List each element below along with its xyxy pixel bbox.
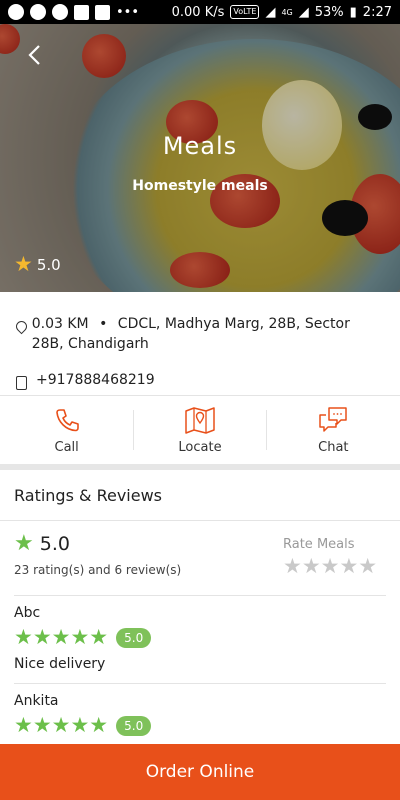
phone-call-icon [55, 408, 79, 431]
divider [0, 520, 400, 521]
header-rating-value: 5.0 [36, 255, 61, 274]
order-online-button[interactable]: Order Online [0, 744, 400, 800]
clock: 2:27 [362, 4, 392, 20]
star-icon: ★ [14, 531, 34, 556]
ratings-section-title: Ratings & Reviews [14, 486, 162, 505]
overall-score-value: 5.0 [39, 533, 70, 555]
back-button[interactable] [22, 40, 46, 70]
reviewer-name: Ankita [14, 693, 59, 709]
review-stars: ★★★★★ [14, 625, 109, 649]
battery-percent: 53% [314, 4, 344, 20]
call-button[interactable]: Call [0, 396, 133, 464]
divider [14, 683, 386, 684]
reviewer-name: Abc [14, 605, 41, 621]
chevron-left-icon [28, 45, 40, 65]
rating-badge: 5.0 [116, 627, 152, 648]
locate-label: Locate [178, 439, 222, 455]
chat-bubbles-icon [319, 406, 348, 432]
notification-icon [8, 4, 24, 20]
facebook-icon [95, 4, 110, 20]
map-icon [185, 406, 215, 434]
signal-icon: ◢ [265, 4, 276, 20]
address-row[interactable]: 0.03 KM • CDCL, Madhya Marg, 28B, Sector… [0, 314, 400, 354]
chat-button[interactable]: Chat [267, 396, 400, 464]
messenger-icon [52, 4, 68, 20]
review-item: Ankita ★★★★★ 5.0 [14, 693, 386, 736]
more-notifications-icon: ••• [116, 4, 140, 20]
rating-badge: 5.0 [116, 715, 152, 736]
rate-widget: Rate Meals ★★★★★ [283, 537, 377, 577]
phone-number: +917888468219 [36, 372, 155, 388]
battery-icon: ▮ [349, 4, 357, 20]
call-label: Call [54, 439, 79, 455]
header-rating: ★ 5.0 [14, 254, 61, 275]
review-item: Abc ★★★★★ 5.0 Nice delivery [14, 605, 386, 672]
phone-row[interactable]: +917888468219 [0, 370, 400, 390]
page-title: Meals [162, 132, 238, 160]
store-info: 0.03 KM • CDCL, Madhya Marg, 28B, Sector… [0, 292, 400, 390]
divider [14, 595, 386, 596]
locate-button[interactable]: Locate [133, 396, 266, 464]
review-rating-row: ★★★★★ 5.0 [14, 715, 386, 736]
app-icon [74, 4, 89, 20]
location-pin-icon [13, 317, 32, 335]
rate-label: Rate Meals [283, 537, 355, 552]
network-speed: 0.00 K/s [171, 4, 225, 20]
network-gen: 4G [281, 7, 293, 17]
whatsapp-icon [30, 4, 46, 20]
distance: 0.03 KM [31, 316, 89, 332]
page-subtitle: Homestyle meals [132, 178, 268, 194]
star-icon: ★ [14, 252, 33, 276]
address-text: 0.03 KM • CDCL, Madhya Marg, 28B, Sector… [32, 314, 386, 354]
separator-dot: • [99, 316, 108, 332]
hero-banner: Meals Homestyle meals ★ 5.0 [0, 24, 400, 292]
action-bar: Call Locate Chat [0, 396, 400, 464]
rate-stars-input[interactable]: ★★★★★ [283, 556, 377, 577]
review-comment: Nice delivery [14, 656, 106, 672]
signal-icon-2: ◢ [298, 4, 309, 20]
status-bar: ••• 0.00 K/s VoLTE ◢ 4G ◢ 53% ▮ 2:27 [0, 0, 400, 24]
review-stars: ★★★★★ [14, 713, 109, 737]
volte-badge: VoLTE [230, 5, 260, 19]
chat-label: Chat [318, 439, 349, 455]
section-gap [0, 464, 400, 470]
review-rating-row: ★★★★★ 5.0 [14, 627, 386, 648]
phone-icon [14, 373, 36, 390]
